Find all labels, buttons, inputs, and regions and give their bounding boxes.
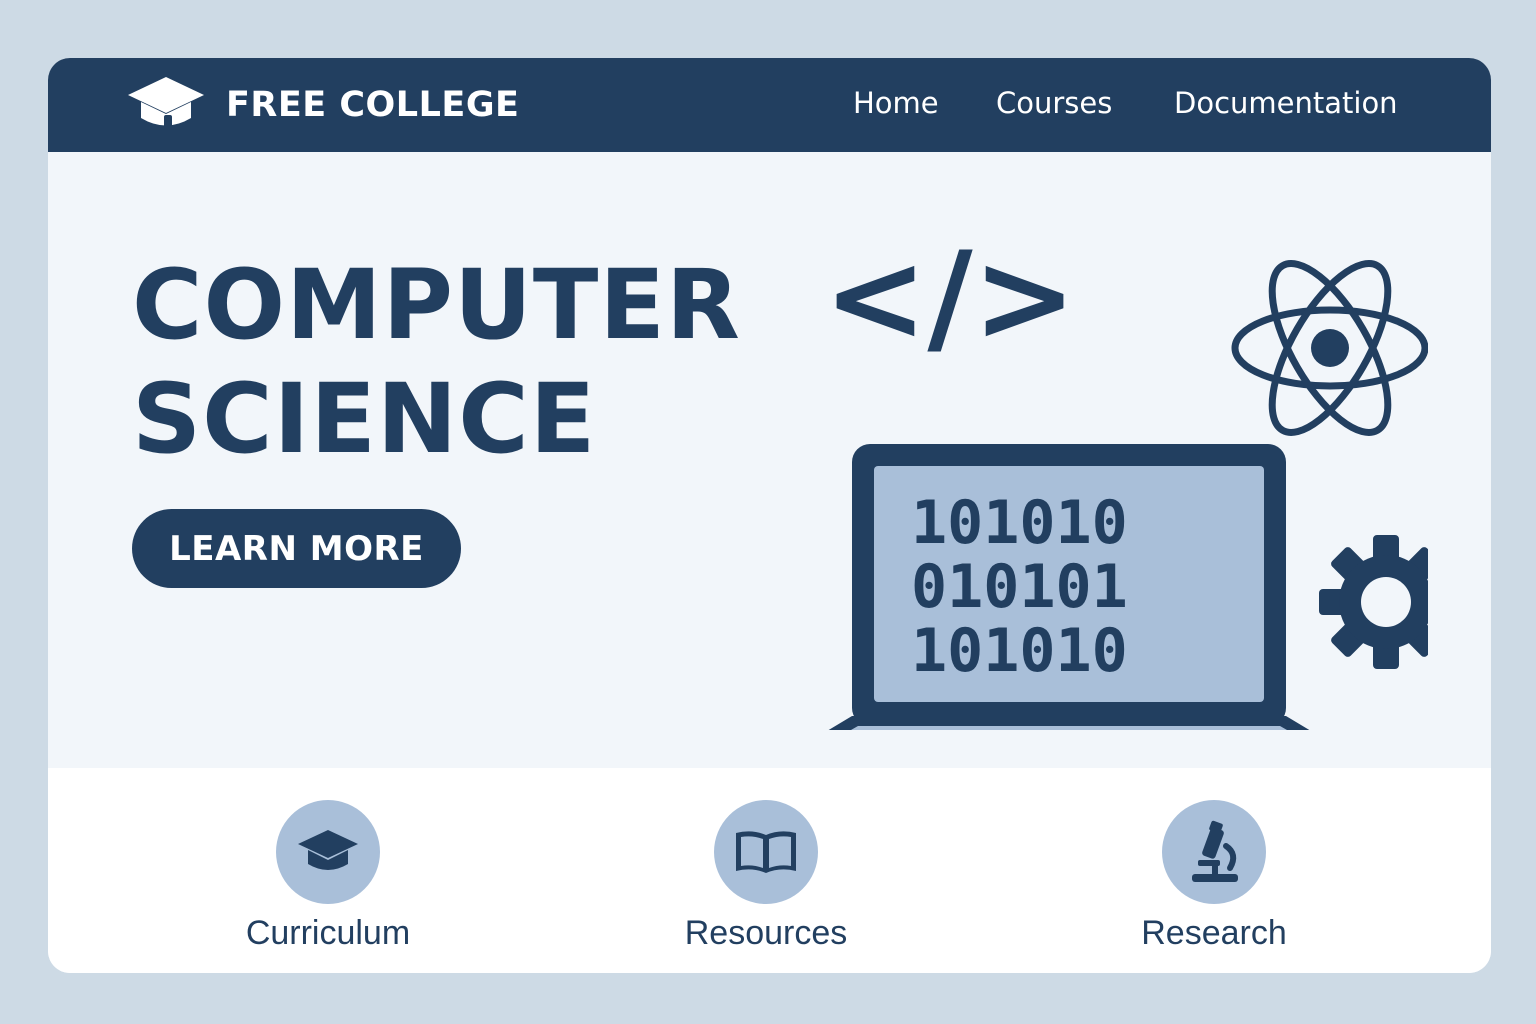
feature-research[interactable]: Research (1064, 800, 1364, 953)
hero-title-line-2: SCIENCE (132, 363, 597, 475)
brand-name: FREE COLLEGE (226, 85, 520, 125)
hero-illustration: </> 101010 010101 101010 (823, 226, 1428, 730)
navbar: FREE COLLEGE Home Courses Documentation (48, 58, 1491, 152)
binary-line-3: 101010 (911, 616, 1128, 686)
hero-title: COMPUTER SCIENCE (132, 248, 741, 476)
atom-icon (1231, 260, 1428, 436)
gear-icon (1319, 535, 1428, 669)
feature-label-curriculum: Curriculum (245, 914, 411, 952)
nav-link-documentation[interactable]: Documentation (1174, 86, 1398, 120)
feature-resources[interactable]: Resources (616, 800, 916, 953)
feature-icon-badge (1162, 800, 1266, 904)
microscope-icon (1192, 820, 1238, 882)
nav-link-courses[interactable]: Courses (996, 86, 1112, 120)
laptop-icon: 101010 010101 101010 (828, 444, 1310, 730)
graduation-cap-icon (298, 830, 358, 870)
nav-link-home[interactable]: Home (853, 86, 939, 120)
feature-curriculum[interactable]: Curriculum (178, 800, 478, 953)
app-window: FREE COLLEGE Home Courses Documentation … (48, 58, 1491, 973)
learn-more-button[interactable]: LEARN MORE (132, 509, 461, 588)
graduation-cap-icon (128, 77, 204, 129)
feature-label-resources: Resources (684, 914, 848, 952)
binary-line-1: 101010 (911, 488, 1128, 558)
feature-icon-badge (276, 800, 380, 904)
book-icon (736, 831, 796, 873)
brand-logo-link[interactable]: FREE COLLEGE (126, 75, 519, 135)
binary-line-2: 010101 (911, 552, 1128, 622)
hero-title-line-1: COMPUTER (132, 249, 741, 361)
code-icon: </> (823, 226, 1076, 370)
feature-icon-badge (714, 800, 818, 904)
feature-label-research: Research (1141, 914, 1287, 952)
code-symbol: </> (823, 226, 1076, 370)
features-section: Curriculum Resources Research (48, 768, 1491, 973)
